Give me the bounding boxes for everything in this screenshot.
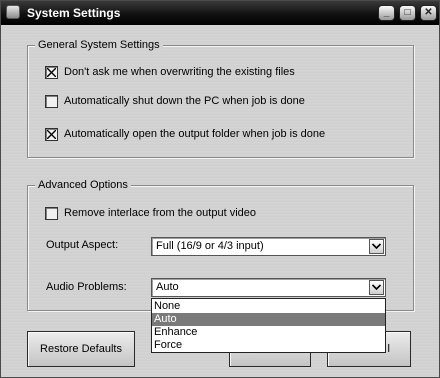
remove-interlace-label: Remove interlace from the output video <box>64 207 256 219</box>
app-icon <box>6 5 20 19</box>
maximize-icon: □ <box>404 7 411 18</box>
restore-defaults-label: Restore Defaults <box>40 343 122 355</box>
group-legend: Advanced Options <box>35 178 131 192</box>
output-aspect-select[interactable]: Full (16/9 or 4/3 input) <box>151 237 386 256</box>
chevron-down-icon <box>372 284 381 291</box>
chevron-down-icon <box>372 243 381 250</box>
audio-problems-dropdown-list: None Auto Enhance Force <box>151 298 386 353</box>
dont-ask-overwrite-label: Don't ask me when overwriting the existi… <box>64 66 295 78</box>
minimize-button[interactable]: _ <box>378 5 395 21</box>
dropdown-option-enhance[interactable]: Enhance <box>152 326 385 339</box>
audio-problems-value: Auto <box>156 281 179 293</box>
output-aspect-value: Full (16/9 or 4/3 input) <box>156 240 264 252</box>
remove-interlace-checkbox[interactable] <box>45 207 58 220</box>
x-check-icon <box>47 68 56 77</box>
dropdown-option-none[interactable]: None <box>152 300 385 313</box>
dropdown-option-auto[interactable]: Auto <box>152 313 385 326</box>
dropdown-arrow-button[interactable] <box>369 239 384 254</box>
cancel-button-label: l <box>387 343 390 355</box>
audio-problems-label: Audio Problems: <box>46 281 127 293</box>
title-bar[interactable]: System Settings _ □ ✕ <box>1 1 439 25</box>
auto-shutdown-label: Automatically shut down the PC when job … <box>64 95 305 107</box>
audio-problems-select[interactable]: Auto <box>151 278 386 297</box>
x-check-icon <box>47 130 56 139</box>
dropdown-option-force[interactable]: Force <box>152 339 385 352</box>
restore-defaults-button[interactable]: Restore Defaults <box>27 331 135 367</box>
auto-open-folder-checkbox[interactable] <box>45 128 58 141</box>
auto-open-folder-label: Automatically open the output folder whe… <box>64 128 326 140</box>
dropdown-arrow-button[interactable] <box>369 280 384 295</box>
auto-shutdown-checkbox[interactable] <box>45 95 58 108</box>
maximize-button[interactable]: □ <box>399 5 416 21</box>
dont-ask-overwrite-checkbox[interactable] <box>45 66 58 79</box>
system-settings-window: System Settings _ □ ✕ General System Set… <box>0 0 440 378</box>
close-icon: ✕ <box>424 7 433 18</box>
group-legend: General System Settings <box>35 38 163 52</box>
close-button[interactable]: ✕ <box>420 5 437 21</box>
window-title: System Settings <box>27 6 121 20</box>
output-aspect-label: Output Aspect: <box>46 239 119 251</box>
minimize-icon: _ <box>383 7 390 18</box>
